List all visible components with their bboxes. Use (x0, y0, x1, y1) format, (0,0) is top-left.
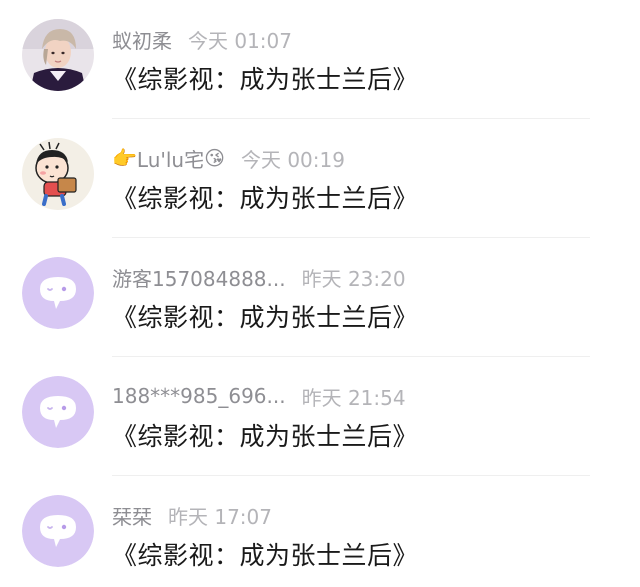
username[interactable]: 游客157084888... (112, 263, 286, 292)
comment-header: 👉 Lu'lu宅 😘 今天 00:19 (112, 144, 345, 172)
comment-text: 《综影视：成为张士兰后》 (112, 422, 419, 451)
comment-item[interactable]: 游客157084888... 昨天 23:20 《综影视：成为张士兰后》 (0, 238, 640, 357)
default-chat-avatar-icon (22, 257, 94, 329)
username[interactable]: 188***985_696... (112, 384, 286, 408)
comment-header: 蚁初柔 今天 01:07 (112, 25, 292, 53)
comment-text: 《综影视：成为张士兰后》 (112, 303, 419, 332)
avatar[interactable] (22, 495, 94, 567)
avatar[interactable] (22, 257, 94, 329)
comment-text: 《综影视：成为张士兰后》 (112, 65, 419, 94)
comment-item[interactable]: 188***985_696... 昨天 21:54 《综影视：成为张士兰后》 (0, 357, 640, 476)
pointing-hand-emoji-icon: 👉 (112, 146, 137, 170)
username-with-emoji[interactable]: 👉 Lu'lu宅 😘 (112, 144, 225, 173)
timestamp: 昨天 17:07 (168, 504, 272, 529)
comment-header: 游客157084888... 昨天 23:20 (112, 263, 406, 291)
comment-item[interactable]: 👉 Lu'lu宅 😘 今天 00:19 《综影视：成为张士兰后》 (0, 119, 640, 238)
comment-list: 蚁初柔 今天 01:07 《综影视：成为张士兰后》 � (0, 0, 640, 587)
comment-header: 188***985_696... 昨天 21:54 (112, 382, 406, 410)
username: Lu'lu宅 (136, 147, 205, 172)
avatar[interactable] (22, 376, 94, 448)
comment-item[interactable]: 蚁初柔 今天 01:07 《综影视：成为张士兰后》 (0, 0, 640, 119)
timestamp: 今天 00:19 (240, 147, 345, 172)
username[interactable]: 蚁初柔 (112, 25, 172, 54)
avatar[interactable] (22, 19, 94, 91)
comment-header: 栞栞 昨天 17:07 (112, 501, 272, 529)
timestamp: 今天 01:07 (188, 28, 292, 53)
comment-text: 《综影视：成为张士兰后》 (112, 541, 419, 570)
cartoon-avatar-icon (22, 138, 94, 210)
avatar[interactable] (22, 138, 94, 210)
timestamp: 昨天 23:20 (301, 266, 406, 291)
default-chat-avatar-icon (22, 376, 94, 448)
username[interactable]: 栞栞 (112, 501, 152, 530)
comment-text: 《综影视：成为张士兰后》 (112, 184, 419, 213)
timestamp: 昨天 21:54 (301, 385, 406, 410)
comment-item[interactable]: 栞栞 昨天 17:07 《综影视：成为张士兰后》 (0, 476, 640, 587)
kiss-face-emoji-icon: 😘 (204, 146, 225, 170)
default-chat-avatar-icon (22, 495, 94, 567)
photo-avatar-icon (22, 19, 94, 91)
